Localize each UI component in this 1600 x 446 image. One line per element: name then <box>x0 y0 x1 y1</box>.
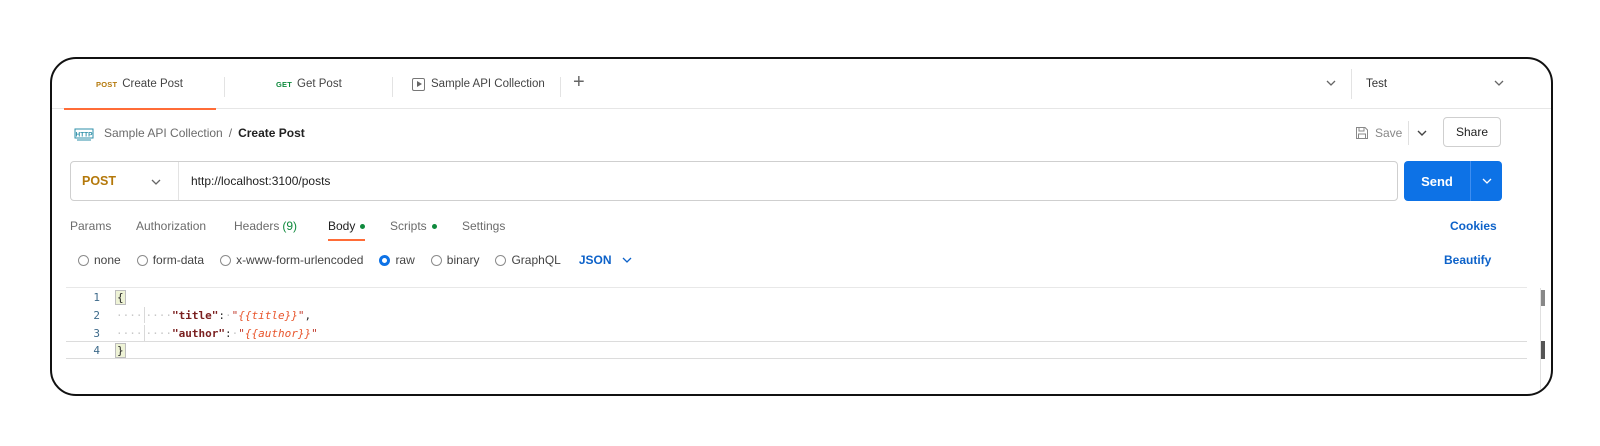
breadcrumb-separator: / <box>228 126 233 140</box>
tab-label: Settings <box>462 219 506 233</box>
tab-label: Params <box>70 219 112 233</box>
line-number: 3 <box>93 326 100 340</box>
code-line-current: 4 } <box>66 341 1527 359</box>
tab-label: Body <box>328 219 356 233</box>
chevron-down-icon[interactable] <box>1324 76 1338 90</box>
svg-text:HTTP: HTTP <box>76 131 94 138</box>
radio-label: binary <box>446 253 480 267</box>
send-button[interactable]: Send <box>1404 161 1502 201</box>
tab-scripts[interactable]: Scripts <box>390 211 437 241</box>
http-icon: HTTP <box>74 128 94 140</box>
json-quote: " <box>231 308 239 322</box>
line-number: 4 <box>93 343 100 357</box>
tab-label: Get Post <box>297 78 342 90</box>
json-comma: , <box>304 308 312 322</box>
chevron-down-icon <box>1482 178 1491 184</box>
radio-binary[interactable]: binary <box>430 253 480 267</box>
send-label: Send <box>1421 173 1453 189</box>
radio-label: GraphQL <box>511 253 561 267</box>
close-brace: } <box>115 342 126 358</box>
breadcrumb: HTTP Sample API Collection / Create Post <box>74 121 305 145</box>
radio-label: x-www-form-urlencoded <box>236 253 364 267</box>
radio-form-data[interactable]: form-data <box>136 253 205 267</box>
radio-graphql[interactable]: GraphQL <box>495 253 561 267</box>
json-quote: " <box>311 326 318 340</box>
method-select[interactable]: POST <box>71 162 179 200</box>
json-quote: " <box>297 308 305 322</box>
line-number: 2 <box>93 308 100 322</box>
save-label: Save <box>1375 126 1403 140</box>
chevron-down-icon[interactable] <box>1492 76 1506 90</box>
editor-scrollbar-thumb[interactable] <box>1541 290 1545 306</box>
json-colon: : <box>224 326 232 340</box>
radio-button[interactable] <box>430 254 442 266</box>
radio-none[interactable]: none <box>78 253 121 267</box>
save-button[interactable]: Save <box>1355 121 1429 145</box>
send-options-button[interactable] <box>1471 174 1502 188</box>
open-brace: { <box>115 289 126 305</box>
radio-button[interactable] <box>136 254 148 266</box>
tab-label: Authorization <box>136 219 207 233</box>
request-panel: POST Create Post GET Get Post Sample API… <box>50 57 1553 396</box>
save-icon <box>1356 127 1368 139</box>
tab-headers[interactable]: Headers (9) <box>234 211 297 241</box>
code-editor[interactable]: 1 { 2 ···· ···· "title": · " {{title}} ", 3 ··… <box>66 287 1545 394</box>
json-variable: {{title}} <box>238 308 298 322</box>
tab-body[interactable]: Body <box>328 211 375 241</box>
chevron-down-icon <box>151 179 161 185</box>
json-key: "title" <box>172 308 219 322</box>
chevron-down-icon[interactable] <box>1415 126 1429 140</box>
radio-x-www-form-urlencoded[interactable]: x-www-form-urlencoded <box>220 253 363 267</box>
radio-button[interactable] <box>220 254 232 266</box>
code-line: 3 ···· ···· "author": · " {{author}} " <box>66 324 1527 342</box>
editor-cursor-marker <box>1541 341 1545 359</box>
url-input[interactable] <box>179 162 1397 200</box>
tab-authorization[interactable]: Authorization <box>136 211 206 241</box>
plus-icon[interactable]: + <box>573 72 585 92</box>
body-type-selector: none form-data x-www-form-urlencoded raw… <box>78 249 634 271</box>
line-number: 1 <box>93 290 100 304</box>
radio-label: form-data <box>152 253 205 267</box>
breadcrumb-current[interactable]: Create Post <box>238 126 305 140</box>
headers-count: (9) <box>282 219 298 233</box>
method-badge-get: GET <box>276 79 293 89</box>
scripts-indicator-dot <box>431 223 437 229</box>
chevron-down-icon <box>622 257 631 263</box>
json-colon: : <box>218 308 225 322</box>
json-key: "author" <box>172 326 225 340</box>
tab-params[interactable]: Params <box>70 211 111 241</box>
radio-button[interactable] <box>379 254 391 266</box>
code-line: 2 ···· ···· "title": · " {{title}} ", <box>66 306 1527 324</box>
radio-label: raw <box>395 253 415 267</box>
tab-bar: POST Create Post GET Get Post Sample API… <box>52 59 1551 110</box>
play-box-icon <box>412 77 425 91</box>
radio-button[interactable] <box>495 254 507 266</box>
breadcrumb-parent[interactable]: Sample API Collection <box>104 126 223 140</box>
radio-raw[interactable]: raw <box>379 253 415 267</box>
url-bar: POST <box>70 161 1398 201</box>
language-select[interactable]: JSON <box>579 253 634 267</box>
radio-label: none <box>94 253 121 267</box>
tab-get-post[interactable]: GET Get Post <box>276 59 342 109</box>
body-indicator-dot <box>360 223 366 229</box>
share-button[interactable]: Share <box>1443 117 1501 147</box>
json-quote: " <box>238 326 245 340</box>
beautify-link[interactable]: Beautify <box>1444 249 1491 271</box>
tab-create-post[interactable]: POST Create Post <box>64 59 216 110</box>
cookies-link[interactable]: Cookies <box>1450 211 1497 241</box>
code-line: 1 { <box>66 288 1527 306</box>
json-variable: {{author}} <box>244 326 312 340</box>
tab-label: Headers <box>234 219 280 233</box>
radio-button[interactable] <box>78 254 89 266</box>
tab-label: Create Post <box>122 78 183 90</box>
method-value: POST <box>82 174 117 188</box>
environment-selector[interactable]: Test <box>1366 59 1387 109</box>
method-badge-post: POST <box>96 79 118 89</box>
tab-label: Scripts <box>390 219 427 233</box>
tab-settings[interactable]: Settings <box>462 211 505 241</box>
tab-label: Sample API Collection <box>431 78 545 90</box>
language-value: JSON <box>578 253 612 267</box>
tab-sample-api-collection[interactable]: Sample API Collection <box>412 59 545 109</box>
request-tabs: Params Authorization Headers (9) Body Sc… <box>70 211 1551 241</box>
